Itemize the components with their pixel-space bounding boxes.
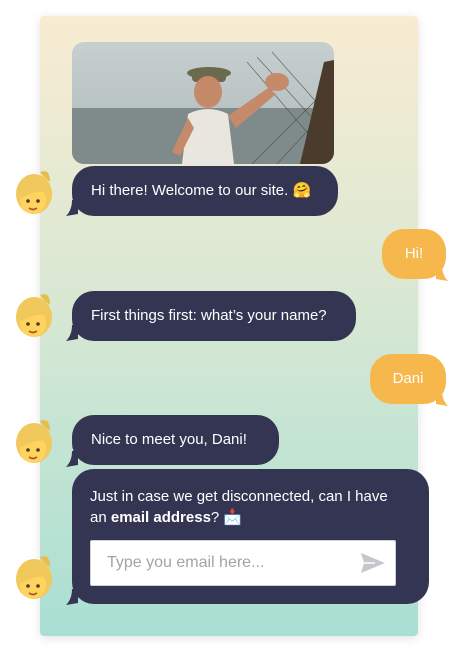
- send-icon[interactable]: [361, 553, 385, 573]
- message-text: Hi there! Welcome to our site. 🤗: [91, 182, 312, 199]
- message-text: Nice to meet you, Dani!: [91, 431, 247, 448]
- bot-avatar: [10, 168, 56, 220]
- welcome-photo: [72, 42, 334, 164]
- bot-message-greeting: Nice to meet you, Dani!: [72, 415, 279, 465]
- avatar-icon: [16, 171, 52, 214]
- bot-message-welcome: Hi there! Welcome to our site. 🤗: [72, 166, 338, 216]
- bot-avatar: [10, 553, 56, 605]
- email-field[interactable]: [90, 540, 396, 586]
- bot-message-name-question: First things first: what’s your name?: [72, 291, 356, 341]
- message-text: First things first: what’s your name?: [91, 307, 327, 324]
- message-text: Dani: [392, 370, 424, 387]
- email-input[interactable]: [105, 553, 349, 573]
- message-text: Hi!: [404, 245, 424, 262]
- avatar-icon: [16, 556, 52, 599]
- user-message-hi: Hi!: [382, 229, 446, 279]
- bot-avatar: [10, 417, 56, 469]
- message-text: Just in case we get disconnected, can I …: [90, 488, 388, 526]
- bot-avatar: [10, 291, 56, 343]
- avatar-icon: [16, 420, 52, 463]
- user-message-name: Dani: [370, 354, 446, 404]
- avatar-icon: [16, 294, 52, 337]
